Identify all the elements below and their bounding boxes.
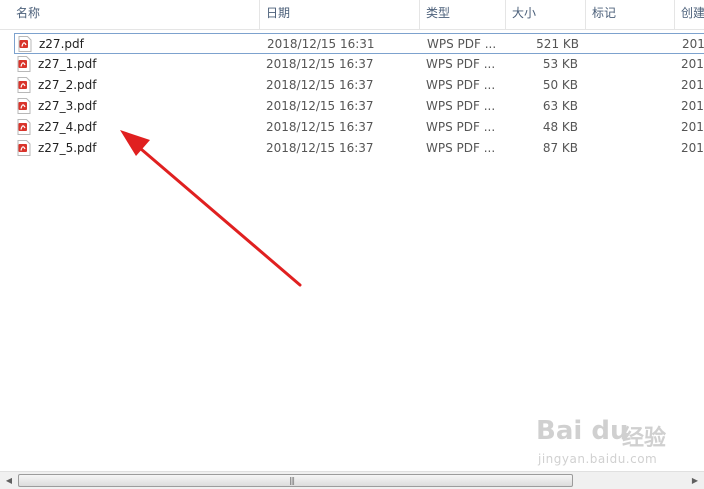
table-row[interactable]: z27_4.pdf 2018/12/15 16:37 WPS PDF ... 4… — [14, 117, 704, 138]
column-header-size[interactable]: 大小 — [506, 0, 586, 29]
file-size: 53 KB — [542, 57, 578, 71]
pdf-icon — [18, 36, 32, 52]
pdf-icon — [17, 77, 31, 93]
file-size: 63 KB — [542, 99, 578, 113]
table-row[interactable]: z27_3.pdf 2018/12/15 16:37 WPS PDF ... 6… — [14, 96, 704, 117]
file-type: WPS PDF ... — [426, 57, 496, 71]
file-size: 50 KB — [542, 78, 578, 92]
file-created: 2018 — [682, 37, 704, 51]
file-date: 2018/12/15 16:31 — [267, 37, 375, 51]
watermark-text: 经验 — [622, 426, 667, 451]
file-name: z27_2.pdf — [38, 78, 97, 92]
column-header-type[interactable]: 类型 — [420, 0, 506, 29]
file-name: z27_3.pdf — [38, 99, 97, 113]
baidu-logo: Bai du — [536, 416, 629, 446]
column-header-date[interactable]: 日期 — [260, 0, 420, 29]
baidu-jingyan-watermark: Bai du 经验 jingyan.baidu.com — [536, 416, 696, 470]
file-date: 2018/12/15 16:37 — [266, 120, 374, 134]
file-type: WPS PDF ... — [426, 120, 496, 134]
table-row[interactable]: z27_5.pdf 2018/12/15 16:37 WPS PDF ... 8… — [14, 138, 704, 159]
file-created: 2018 — [681, 57, 704, 71]
pdf-icon — [17, 98, 31, 114]
file-name: z27_5.pdf — [38, 141, 97, 155]
file-name: z27.pdf — [39, 37, 84, 51]
file-name: z27_4.pdf — [38, 120, 97, 134]
file-size: 521 KB — [536, 37, 579, 51]
column-header-name[interactable]: 名称 — [10, 0, 260, 29]
file-size: 48 KB — [542, 120, 578, 134]
file-created: 2018 — [681, 99, 704, 113]
file-created: 2018 — [681, 78, 704, 92]
pdf-icon — [17, 56, 31, 72]
file-created: 2018 — [681, 141, 704, 155]
scroll-left-icon[interactable]: ◀ — [2, 474, 16, 488]
grip-icon: ||| — [289, 476, 295, 485]
pdf-icon — [17, 119, 31, 135]
column-header-bar: 名称 日期 类型 大小 标记 创建 — [0, 0, 704, 30]
file-created: 2018 — [681, 120, 704, 134]
file-size: 87 KB — [542, 141, 578, 155]
watermark-url: jingyan.baidu.com — [538, 452, 658, 466]
file-type: WPS PDF ... — [426, 141, 496, 155]
column-header-tag[interactable]: 标记 — [586, 0, 675, 29]
scroll-right-icon[interactable]: ▶ — [688, 474, 702, 488]
horizontal-scrollbar[interactable]: ◀ ||| ▶ — [0, 471, 704, 489]
file-type: WPS PDF ... — [426, 99, 496, 113]
pdf-icon — [17, 140, 31, 156]
file-date: 2018/12/15 16:37 — [266, 57, 374, 71]
table-row[interactable]: z27.pdf 2018/12/15 16:31 WPS PDF ... 521… — [14, 33, 704, 54]
column-header-created[interactable]: 创建 — [675, 0, 704, 29]
table-row[interactable]: z27_1.pdf 2018/12/15 16:37 WPS PDF ... 5… — [14, 54, 704, 75]
file-type: WPS PDF ... — [426, 78, 496, 92]
file-name: z27_1.pdf — [38, 57, 97, 71]
file-date: 2018/12/15 16:37 — [266, 141, 374, 155]
file-type: WPS PDF ... — [427, 37, 497, 51]
table-row[interactable]: z27_2.pdf 2018/12/15 16:37 WPS PDF ... 5… — [14, 75, 704, 96]
file-date: 2018/12/15 16:37 — [266, 99, 374, 113]
file-date: 2018/12/15 16:37 — [266, 78, 374, 92]
scrollbar-thumb[interactable]: ||| — [18, 474, 573, 487]
